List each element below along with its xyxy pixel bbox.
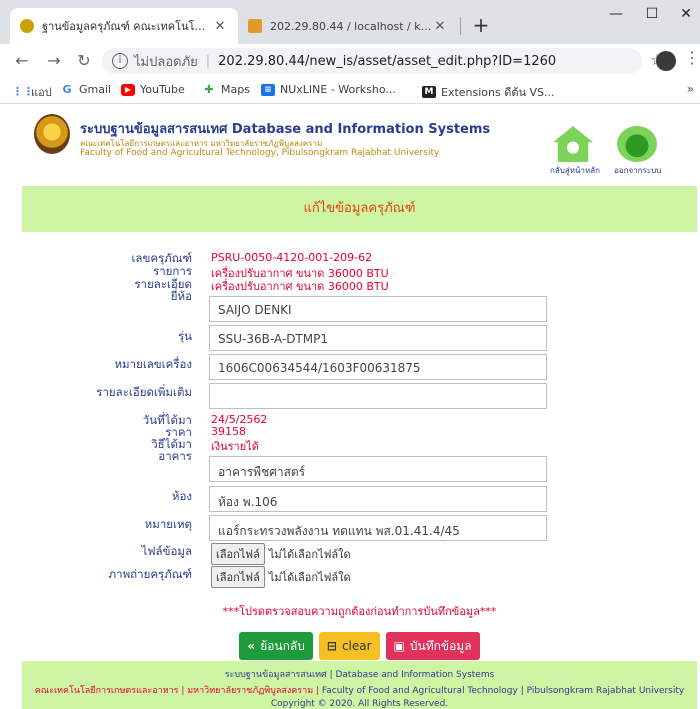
menu-kebab-icon[interactable]: ⋮ [684, 48, 700, 67]
serial-label: หมายเลขเครื่อง [114, 357, 192, 371]
tab-asset-edit[interactable]: ฐานข้อมูลครุภัณฑ์ คณะเทคโนโลยีการเ ✕ [10, 8, 238, 44]
save-label: บันทึกข้อมูล [409, 638, 472, 653]
lock-icon [617, 126, 657, 162]
save-disk-icon: ▣ [393, 639, 405, 653]
serial-field[interactable]: 1606C00634544/1603F00631875 [209, 354, 547, 380]
bookmark-nuxline[interactable]: ≡ NUxLINE - Worksho... [261, 83, 396, 96]
close-tab-icon[interactable]: ✕ [212, 19, 228, 34]
back-button[interactable]: « ย้อนกลับ [239, 632, 313, 660]
photo-input[interactable]: เลือกไฟล์ ไม่ได้เลือกไฟล์ใด [211, 566, 351, 588]
file-input[interactable]: เลือกไฟล์ ไม่ได้เลือกไฟล์ใด [211, 543, 351, 565]
room-field[interactable]: ห้อง พ.106 [209, 486, 547, 512]
reload-icon[interactable]: ↻ [74, 53, 94, 69]
brand-label: ยี่ห้อ [170, 289, 192, 303]
page-content: ระบบฐานข้อมูลสารสนเทศ Database and Infor… [22, 104, 697, 709]
home-icon [553, 126, 593, 162]
bookmarks-bar: ⋮⋮ แอป G Gmail ▶ YouTube ✚ Maps ≡ NUxLIN… [0, 78, 700, 104]
list-icon: ≡ [261, 83, 275, 96]
close-tab-icon[interactable]: ✕ [432, 19, 448, 34]
clear-button[interactable]: ⊟ clear [318, 632, 380, 660]
info-icon[interactable]: i [112, 53, 128, 69]
no-photo-text: ไม่ได้เลือกไฟล์ใด [268, 571, 351, 584]
minus-square-icon: ⊟ [326, 639, 337, 653]
save-button[interactable]: ▣ บันทึกข้อมูล [385, 632, 480, 660]
page-title: แก้ไขข้อมูลครุภัณฑ์ [22, 186, 697, 232]
forward-arrow-icon[interactable]: → [44, 53, 64, 69]
remark-label: หมายเหตุ [144, 517, 192, 531]
site-title: ระบบฐานข้อมูลสารสนเทศ Database and Infor… [80, 122, 491, 137]
footer-org-english: Faculty of Food and Agricultural Technol… [321, 686, 685, 696]
remark-field[interactable]: แอร์กระทรวงพลังงาน ทดแทน พส.01.41.4/45 [209, 515, 547, 541]
browser-toolbar: ← → ↻ i ไม่ปลอดภัย | 202.29.80.44/new_is… [0, 44, 700, 78]
footer-copyright: Copyright © 2020. All Rights Reserved. [270, 699, 449, 709]
bookmarks-more-icon[interactable]: » [687, 82, 694, 96]
bookmark-label: แอป [31, 86, 52, 99]
detail-value: เครื่องปรับอากาศ ขนาด 36000 BTU [211, 280, 389, 293]
site-subtitle-english: Faculty of Food and Agricultural Technol… [80, 148, 440, 158]
back-label: ย้อนกลับ [260, 638, 305, 653]
bookmark-label: Gmail [79, 83, 112, 96]
bookmark-youtube[interactable]: ▶ YouTube [121, 83, 185, 96]
clear-label: clear [341, 639, 372, 653]
double-chevron-left-icon: « [247, 639, 256, 653]
building-label: อาคาร [158, 449, 192, 463]
model-field[interactable]: SSU-36B-A-DTMP1 [209, 325, 547, 351]
maximize-button[interactable]: ☐ [638, 6, 666, 22]
youtube-icon: ▶ [121, 83, 135, 96]
choose-photo-button[interactable]: เลือกไฟล์ [211, 566, 265, 588]
address-divider: | [205, 53, 211, 69]
home-label: กลับสู่หน้าหลัก [550, 166, 600, 175]
room-label: ห้อง [171, 489, 192, 503]
bookmark-label: NUxLINE - Worksho... [280, 83, 396, 96]
minimize-button[interactable]: — [602, 6, 630, 22]
bookmark-extensions[interactable]: M Extensions ดีต้น VS... [422, 83, 555, 101]
footer-system-name: ระบบฐานข้อมูลสารสนเทศ | Database and Inf… [224, 670, 495, 680]
file-label: ไฟล์ข้อมูล [141, 544, 192, 558]
url-text: 202.29.80.44/new_is/asset/asset_edit.php… [218, 53, 557, 69]
browser-tab-strip: ฐานข้อมูลครุภัณฑ์ คณะเทคโนโลยีการเ ✕ 202… [0, 0, 700, 44]
logout-label: ออกจากระบบ [614, 166, 662, 175]
home-link[interactable]: กลับสู่หน้าหลัก [550, 126, 600, 177]
tab-phpmyadmin[interactable]: 202.29.80.44 / localhost / kaset20 ✕ [238, 8, 458, 44]
bookmark-gmail[interactable]: G Gmail [60, 83, 111, 96]
model-label: รุ่น [177, 329, 192, 343]
building-field[interactable]: อาคารพืชศาสตร์ [209, 456, 547, 482]
footer-organization: คณะเทคโนโลยีการเกษตรและอาหาร | มหาวิทยาล… [22, 683, 697, 697]
profile-avatar[interactable] [656, 51, 676, 71]
brand-field[interactable]: SAIJO DENKI [209, 296, 547, 322]
bookmark-label: Extensions ดีต้น VS... [441, 86, 555, 99]
university-logo [34, 114, 70, 154]
google-g-icon: G [62, 82, 72, 96]
verify-note: ***โปรดตรวจสอบความถูกต้องก่อนทำการบันทึก… [222, 605, 497, 618]
phpmyadmin-favicon-icon [248, 19, 262, 33]
tab-title: 202.29.80.44 / localhost / kaset20 [270, 19, 432, 33]
close-window-button[interactable]: ✕ [672, 6, 700, 22]
footer-org-thai: คณะเทคโนโลยีการเกษตรและอาหาร | มหาวิทยาล… [34, 686, 322, 696]
logout-link[interactable]: ออกจากระบบ [614, 126, 662, 177]
extra-detail-field[interactable] [209, 383, 547, 409]
site-favicon-icon [20, 19, 34, 33]
tab-separator [460, 17, 461, 35]
no-file-text: ไม่ได้เลือกไฟล์ใด [268, 548, 351, 561]
tab-title: ฐานข้อมูลครุภัณฑ์ คณะเทคโนโลยีการเ [42, 20, 212, 33]
address-bar[interactable]: i ไม่ปลอดภัย | 202.29.80.44/new_is/asset… [102, 48, 642, 74]
choose-file-button[interactable]: เลือกไฟล์ [211, 543, 265, 565]
form-actions: « ย้อนกลับ ⊟ clear ▣ บันทึกข้อมูล [22, 632, 697, 660]
bookmark-label: YouTube [140, 83, 185, 96]
extra-detail-label: รายละเอียดเพิ่มเติม [96, 385, 192, 399]
site-footer: ระบบฐานข้อมูลสารสนเทศ | Database and Inf… [22, 661, 697, 709]
method-value: เงินรายได้ [211, 440, 259, 453]
new-tab-button[interactable]: + [470, 14, 492, 36]
photo-label: ภาพถ่ายครุภัณฑ์ [108, 567, 192, 581]
bookmark-maps[interactable]: ✚ Maps [202, 83, 250, 96]
maps-icon: ✚ [204, 82, 214, 96]
m-icon: M [422, 86, 436, 98]
site-header: ระบบฐานข้อมูลสารสนเทศ Database and Infor… [22, 104, 697, 186]
bookmark-apps[interactable]: ⋮⋮ แอป [12, 83, 52, 101]
apps-grid-icon: ⋮⋮ [12, 85, 34, 98]
asset-no-value: PSRU-0050-4120-001-209-62 [211, 251, 373, 264]
security-label: ไม่ปลอดภัย [134, 54, 198, 70]
bookmark-label: Maps [221, 83, 250, 96]
back-arrow-icon[interactable]: ← [12, 53, 32, 69]
